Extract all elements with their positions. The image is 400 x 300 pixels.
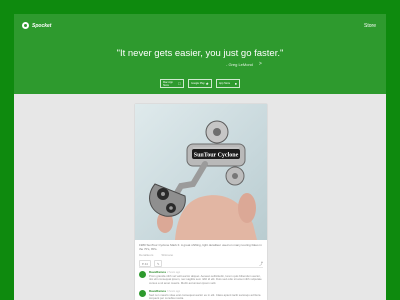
post-card: SunTour Cyclone 1980 SunTour Cyclone Mar… <box>135 104 267 300</box>
apple-icon:  <box>178 81 181 86</box>
comment-icon: ✎ <box>156 261 160 266</box>
like-button[interactable]: ♥ 44 <box>139 260 151 267</box>
comment-text: Sed non mauris vitae erat consequat auct… <box>149 292 261 300</box>
spocket-logo-icon <box>22 22 29 29</box>
comment-text: Proin gravida nibh vel velit auctor aliq… <box>149 273 262 285</box>
logo-text: Spocket <box>32 22 52 29</box>
badge-label: Mac App Store <box>163 80 173 87</box>
mac-app-store-badge[interactable]: Mac App Store  <box>160 79 184 88</box>
post-actions: ♥ 44 ✎ ⤴ <box>139 260 263 267</box>
google-play-badge[interactable]: Google Play ★ <box>188 79 212 88</box>
post-photo[interactable]: SunTour Cyclone <box>135 104 267 240</box>
comment: DaveRamos 3 hours ago Sed non mauris vit… <box>139 289 263 300</box>
derailleur-label: SunTour Cyclone <box>194 153 239 159</box>
comment: DaveRamos 2 hours ago Proin gravida nibh… <box>139 270 263 285</box>
hero-banner: Spocket Store "It never gets easier, you… <box>14 14 386 94</box>
android-icon: ★ <box>205 81 209 86</box>
avatar[interactable] <box>139 271 146 278</box>
divider <box>139 267 263 268</box>
app-window: Spocket Store "It never gets easier, you… <box>14 14 386 300</box>
post-tags: Derailleurs Shimano <box>139 253 173 257</box>
attribution-text: - Greg LeMond <box>226 61 253 67</box>
quote-attribution: - Greg LeMond > <box>226 61 262 67</box>
store-link[interactable]: Store <box>364 23 376 29</box>
like-count: 44 <box>144 261 148 266</box>
post-caption: 1980 SunTour Cyclone Mark II. A great sh… <box>139 243 262 251</box>
logo[interactable]: Spocket <box>22 22 51 29</box>
store-badges: Mac App Store  Google Play ★ App Store … <box>160 79 240 88</box>
next-quote-icon[interactable]: > <box>259 61 262 67</box>
avatar[interactable] <box>139 290 146 297</box>
tag[interactable]: Derailleurs <box>139 253 153 257</box>
derailleur-illustration: SunTour Cyclone <box>149 120 257 240</box>
comment-body: DaveRamos 2 hours ago Proin gravida nibh… <box>149 270 263 285</box>
tag[interactable]: Shimano <box>161 253 173 257</box>
app-store-badge[interactable]: App Store ● <box>216 79 240 88</box>
hero-quote: "It never gets easier, you just go faste… <box>116 48 284 59</box>
comment-button[interactable]: ✎ <box>153 260 163 267</box>
badge-label: App Store <box>219 82 231 85</box>
badge-label: Google Play <box>191 82 205 85</box>
share-icon[interactable]: ⤴ <box>259 261 263 267</box>
heart-icon: ♥ <box>142 261 144 266</box>
comment-body: DaveRamos 3 hours ago Sed non mauris vit… <box>149 289 263 300</box>
apple-icon: ● <box>234 81 237 86</box>
